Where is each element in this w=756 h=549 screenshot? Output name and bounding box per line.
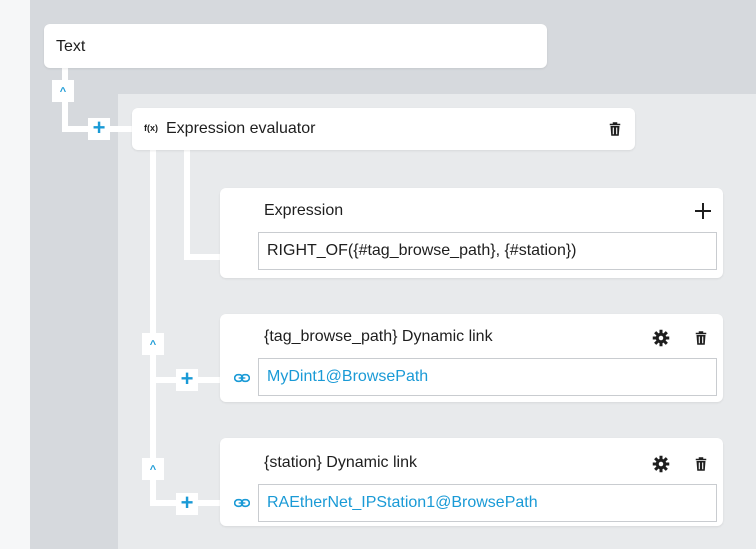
connector-line xyxy=(184,254,224,260)
node-title: {tag_browse_path} Dynamic link xyxy=(264,328,493,345)
collapse-button[interactable]: ^ xyxy=(52,80,74,102)
add-child-button[interactable]: + xyxy=(176,368,198,391)
expression-input[interactable]: RIGHT_OF({#tag_browse_path}, {#station}) xyxy=(258,232,717,270)
link-icon xyxy=(234,498,250,508)
dynamic-link-node: {tag_browse_path} Dynamic link MyDint1@B… xyxy=(220,314,723,402)
add-child-button[interactable]: + xyxy=(176,492,198,515)
connector-line xyxy=(150,150,156,500)
node-title: {station} Dynamic link xyxy=(264,454,417,471)
add-child-button[interactable]: + xyxy=(88,117,110,140)
expression-evaluator-node[interactable]: f(x) Expression evaluator xyxy=(132,108,635,150)
trash-icon[interactable] xyxy=(692,455,710,473)
link-icon xyxy=(234,373,250,383)
gear-icon[interactable] xyxy=(652,455,670,473)
connector-line xyxy=(184,150,190,260)
node-title: Text xyxy=(56,38,86,55)
trash-icon[interactable] xyxy=(606,120,624,138)
node-title: Expression xyxy=(264,202,344,219)
link-value[interactable]: MyDint1@BrowsePath xyxy=(258,358,717,396)
collapse-button[interactable]: ^ xyxy=(142,333,164,355)
trash-icon[interactable] xyxy=(692,329,710,347)
dynamic-link-node: {station} Dynamic link RAEtherNet_IPStat… xyxy=(220,438,723,526)
link-value[interactable]: RAEtherNet_IPStation1@BrowsePath xyxy=(258,484,717,522)
expression-node: Expression RIGHT_OF({#tag_browse_path}, … xyxy=(220,188,723,278)
function-icon: f(x) xyxy=(144,123,158,133)
node-title: Expression evaluator xyxy=(166,120,316,137)
collapse-button[interactable]: ^ xyxy=(142,458,164,480)
gear-icon[interactable] xyxy=(652,329,670,347)
plus-icon[interactable] xyxy=(694,202,712,220)
text-node[interactable]: Text xyxy=(44,24,547,68)
